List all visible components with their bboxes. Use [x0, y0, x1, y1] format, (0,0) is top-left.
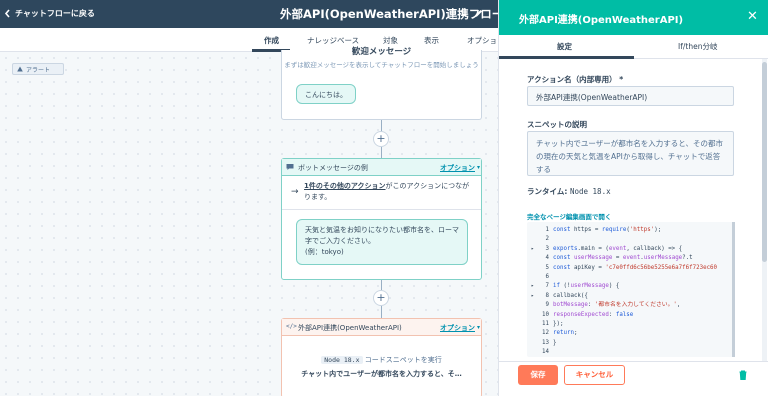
line-number: 1	[545, 227, 550, 233]
runtime-chip: Node 18.x	[321, 356, 363, 364]
welcome-card-subtitle: まずは歓迎メッセージを表示してチャットフローを開始しましょう	[284, 61, 479, 69]
code-text: const https = require('https');	[553, 227, 662, 233]
api-card-runtime: Node 18.x コードスニペットを実行	[282, 355, 481, 365]
panel-scrollbar-thumb[interactable]	[762, 62, 767, 262]
api-card-description: チャット内でユーザーが都市名を入力すると、そ…	[301, 370, 462, 378]
pencil-icon[interactable]	[474, 9, 483, 18]
code-line[interactable]: 14	[527, 348, 734, 357]
code-text: const userMessage = event.userMessage?.t	[553, 255, 693, 262]
back-label: チャットフローに戻る	[15, 9, 95, 18]
bot-card-header: ボットメッセージの例 オプション ▾	[282, 159, 481, 176]
flow-title: 外部API(OpenWeatherAPI)連携フロー	[280, 7, 504, 21]
code-editor[interactable]: 1 const https = require('https'); 2 3 ▸ expor…	[527, 222, 734, 357]
action-settings-panel: 外部API連携(OpenWeatherAPI) ✕ 設定 If/then分岐 ア…	[498, 0, 768, 396]
flow-connector	[381, 147, 382, 158]
other-actions-link[interactable]: 1件のその他のアクション	[304, 182, 386, 190]
cancel-button[interactable]: キャンセル	[564, 365, 625, 385]
bubble-line: 天気と気温をお知りになりたい都市名を、ローマ	[305, 226, 459, 234]
code-text: botMessage: '都市名を入力してください。',	[553, 302, 681, 309]
line-number: 4	[545, 255, 550, 262]
panel-header: 外部API連携(OpenWeatherAPI) ✕	[499, 0, 768, 35]
flow-connector	[381, 306, 382, 318]
code-text: callback({	[553, 292, 588, 299]
bot-card-options-menu[interactable]: オプション	[440, 163, 475, 173]
flow-canvas[interactable]: アラート 歓迎メッセージ まずは歓迎メッセージを表示してチャットフローを開始しま…	[0, 47, 498, 396]
runtime-value: Node 18.x	[569, 187, 611, 196]
add-action-button[interactable]: +	[373, 131, 389, 147]
line-number: 7	[545, 283, 550, 290]
code-text: }	[553, 339, 557, 346]
line-number: 5	[545, 264, 550, 271]
trash-icon[interactable]	[739, 370, 747, 380]
bubble-line: (例：tokyo)	[305, 248, 344, 256]
code-text: });	[553, 321, 564, 327]
chevron-left-icon	[4, 9, 10, 18]
alert-label: アラート	[26, 66, 51, 74]
line-number: 3	[545, 245, 550, 252]
snippet-description-label: スニペットの説明	[527, 120, 587, 129]
caret-down-icon: ▾	[476, 324, 480, 331]
open-full-editor-link[interactable]: 完全なページ編集画面で開く	[527, 211, 611, 221]
api-card-header: </> 外部API連携(OpenWeatherAPI) オプション ▾	[282, 319, 481, 336]
code-text: responseExpected: false	[553, 311, 634, 318]
welcome-message-bubble: こんにちは。	[296, 84, 356, 104]
line-number: 9	[545, 302, 550, 309]
tab-settings[interactable]: 設定	[557, 41, 572, 52]
code-text: return;	[553, 330, 578, 337]
line-number: 8	[545, 292, 550, 299]
line-number: 14	[542, 349, 549, 356]
code-text: if (!userMessage) {	[553, 283, 620, 290]
runtime-label: ランタイム:	[527, 187, 570, 196]
warning-icon	[17, 66, 23, 72]
api-card-options-menu[interactable]: オプション	[440, 323, 475, 333]
tab-if-then-branch[interactable]: If/then分岐	[678, 41, 717, 52]
line-number: 13	[542, 339, 549, 346]
panel-body: アクション名（内部専用） * 外部API連携(OpenWeatherAPI) ス…	[499, 59, 760, 361]
bot-message-card[interactable]: ボットメッセージの例 オプション ▾ → 1件のその他のアクションがこのアクショ…	[281, 158, 482, 280]
arrow-right-icon: →	[291, 187, 299, 197]
tab-build[interactable]: 作成	[264, 35, 279, 46]
code-text: exports.main = (event, callback) => {	[553, 245, 683, 252]
close-icon[interactable]: ✕	[747, 9, 758, 24]
bot-card-title: ボットメッセージの例	[298, 164, 368, 172]
add-action-button[interactable]: +	[373, 290, 389, 306]
line-number: 6	[545, 274, 550, 280]
snippet-description-textarea[interactable]: チャット内でユーザーが都市名を入力すると、その都市の現在の天気と気温をAPIから…	[527, 131, 734, 176]
code-scrollbar[interactable]	[732, 222, 735, 357]
code-icon: </>	[286, 323, 297, 330]
bubble-line: 字でご入力ください。	[305, 237, 375, 245]
panel-footer: 保存 キャンセル	[499, 361, 768, 396]
flow-connector	[381, 280, 382, 290]
welcome-card-title: 歓迎メッセージ	[351, 47, 412, 57]
api-action-card[interactable]: </> 外部API連携(OpenWeatherAPI) オプション ▾ Node…	[281, 318, 482, 396]
back-to-chatflows-link[interactable]: チャットフローに戻る	[4, 8, 95, 19]
fold-chevron-icon[interactable]: ▸	[531, 245, 534, 255]
caret-down-icon: ▾	[476, 164, 480, 171]
runtime-row: ランタイム: Node 18.x	[527, 186, 611, 197]
panel-title: 外部API連携(OpenWeatherAPI)	[519, 15, 684, 26]
api-card-title: 外部API連携(OpenWeatherAPI)	[298, 324, 402, 332]
save-button[interactable]: 保存	[518, 365, 558, 385]
card-divider	[282, 209, 481, 210]
alert-toggle[interactable]: アラート	[12, 63, 64, 75]
connected-actions-text: 1件のその他のアクションがこのアクションにつながります。	[304, 181, 474, 203]
welcome-message-card[interactable]: 歓迎メッセージ まずは歓迎メッセージを表示してチャットフローを開始しましょう こ…	[281, 47, 482, 120]
line-number: 12	[542, 330, 549, 337]
action-name-label: アクション名（内部専用） *	[527, 74, 623, 85]
runtime-text: コードスニペットを実行	[364, 356, 442, 364]
line-number: 10	[542, 311, 549, 318]
bot-message-bubble: 天気と気温をお知りになりたい都市名を、ローマ 字でご入力ください。 (例：tok…	[296, 219, 468, 265]
line-number: 2	[545, 236, 550, 243]
panel-tabs: 設定 If/then分岐	[499, 35, 768, 59]
action-name-label-text: アクション名（内部専用）	[527, 75, 617, 84]
chat-bubble-icon	[286, 164, 294, 170]
fold-chevron-icon[interactable]: ▸	[531, 282, 534, 292]
code-text: const apiKey = 'c7e0ffd6c56be5255e6a7f6f…	[553, 264, 718, 271]
required-mark: *	[619, 75, 624, 84]
fold-chevron-icon[interactable]: ▸	[531, 292, 534, 302]
line-number: 11	[542, 321, 549, 327]
action-name-input[interactable]: 外部API連携(OpenWeatherAPI)	[527, 86, 734, 106]
